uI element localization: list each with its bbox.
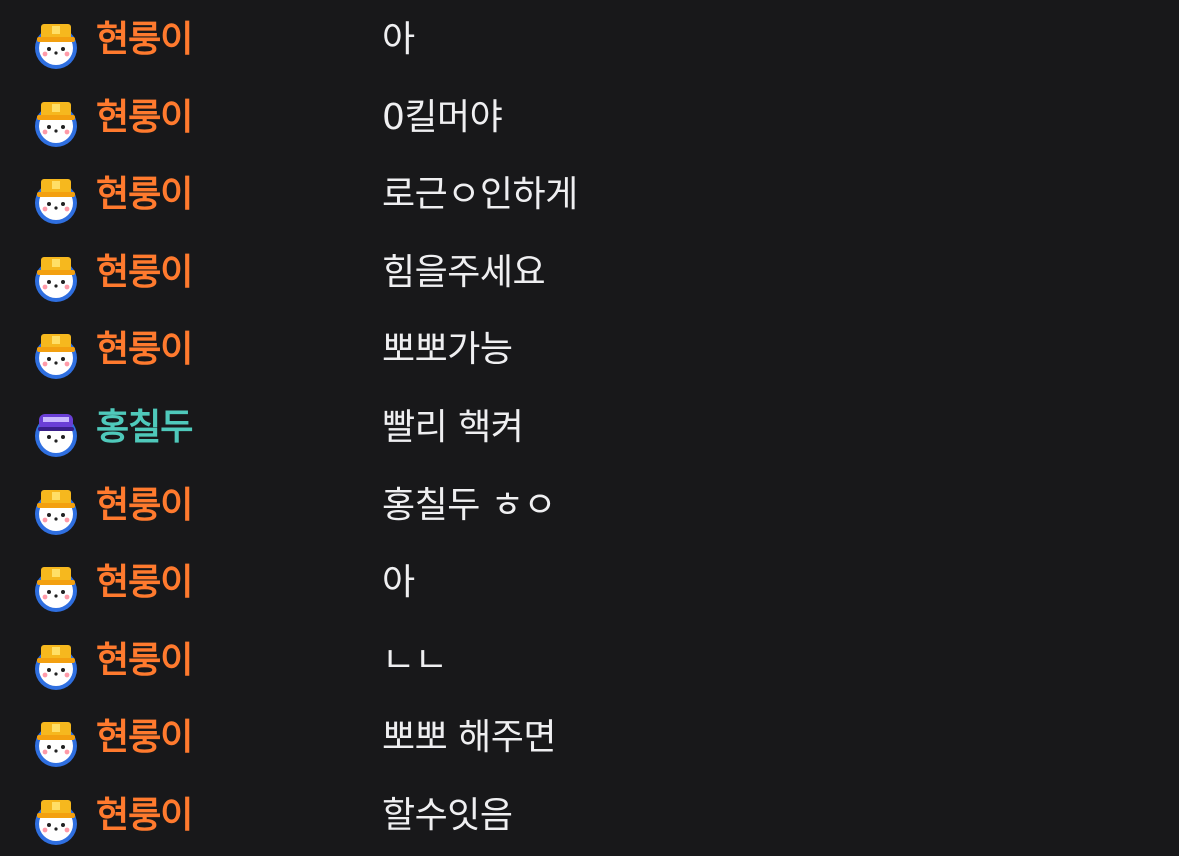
username[interactable]: 현룽이: [96, 793, 193, 839]
cat-hardhat-icon[interactable]: [30, 328, 82, 380]
cat-hardhat-icon[interactable]: [30, 96, 82, 148]
chat-message-row: 현룽이 할수잇음: [0, 776, 1179, 854]
username[interactable]: 현룽이: [96, 715, 193, 761]
username[interactable]: 현룽이: [96, 172, 193, 218]
message-text: 홍칠두 ㅎㅇ: [382, 485, 557, 526]
message-text: 0킬머야: [382, 97, 503, 138]
message-text: 힘을주세요: [382, 252, 546, 293]
message-text: 뽀뽀가능: [382, 329, 513, 370]
username[interactable]: 홍칠두: [96, 405, 193, 451]
cat-hardhat-icon[interactable]: [30, 639, 82, 691]
chat-message-row: 현룽이 로근ㅇ인하게: [0, 155, 1179, 233]
message-text: 할수잇음: [382, 795, 513, 836]
chat-message-row: 현룽이 아: [0, 543, 1179, 621]
chat-message-row: 현룽이 아: [0, 0, 1179, 78]
chat-message-row: 현룽이 힘을주세요: [0, 233, 1179, 311]
message-text: 아: [382, 562, 415, 603]
cat-hardhat-icon[interactable]: [30, 251, 82, 303]
message-text: 아: [382, 19, 415, 60]
message-text: 빨리 핵켜: [382, 407, 524, 448]
chat-message-row: 현룽이 뽀뽀가능: [0, 310, 1179, 388]
username[interactable]: 현룽이: [96, 17, 193, 63]
cat-hardhat-icon[interactable]: [30, 794, 82, 846]
message-text: 로근ㅇ인하게: [382, 174, 578, 215]
cat-hardhat-icon[interactable]: [30, 484, 82, 536]
chat-log: 현룽이 아 현룽이 0킬머야 현룽이 로근ㅇ인하게 현룽이 힘을주세요 현룽이 …: [0, 0, 1179, 856]
cat-hardhat-icon[interactable]: [30, 716, 82, 768]
cat-purple-hat-icon[interactable]: [30, 406, 82, 458]
chat-message-row: 현룽이 뽀뽀 해주면: [0, 698, 1179, 776]
cat-hardhat-icon[interactable]: [30, 173, 82, 225]
username[interactable]: 현룽이: [96, 483, 193, 529]
username[interactable]: 현룽이: [96, 250, 193, 296]
chat-message-row: 현룽이 홍칠두 ㅎㅇ: [0, 466, 1179, 544]
message-text: 뽀뽀 해주면: [382, 717, 557, 758]
username[interactable]: 현룽이: [96, 560, 193, 606]
cat-hardhat-icon[interactable]: [30, 561, 82, 613]
username[interactable]: 현룽이: [96, 638, 193, 684]
cat-hardhat-icon[interactable]: [30, 18, 82, 70]
username[interactable]: 현룽이: [96, 327, 193, 373]
message-text: ㄴㄴ: [382, 640, 448, 681]
username[interactable]: 현룽이: [96, 95, 193, 141]
chat-message-row: 현룽이 ㄴㄴ: [0, 621, 1179, 699]
chat-message-row: 홍칠두 빨리 핵켜: [0, 388, 1179, 466]
chat-message-row: 현룽이 0킬머야: [0, 78, 1179, 156]
